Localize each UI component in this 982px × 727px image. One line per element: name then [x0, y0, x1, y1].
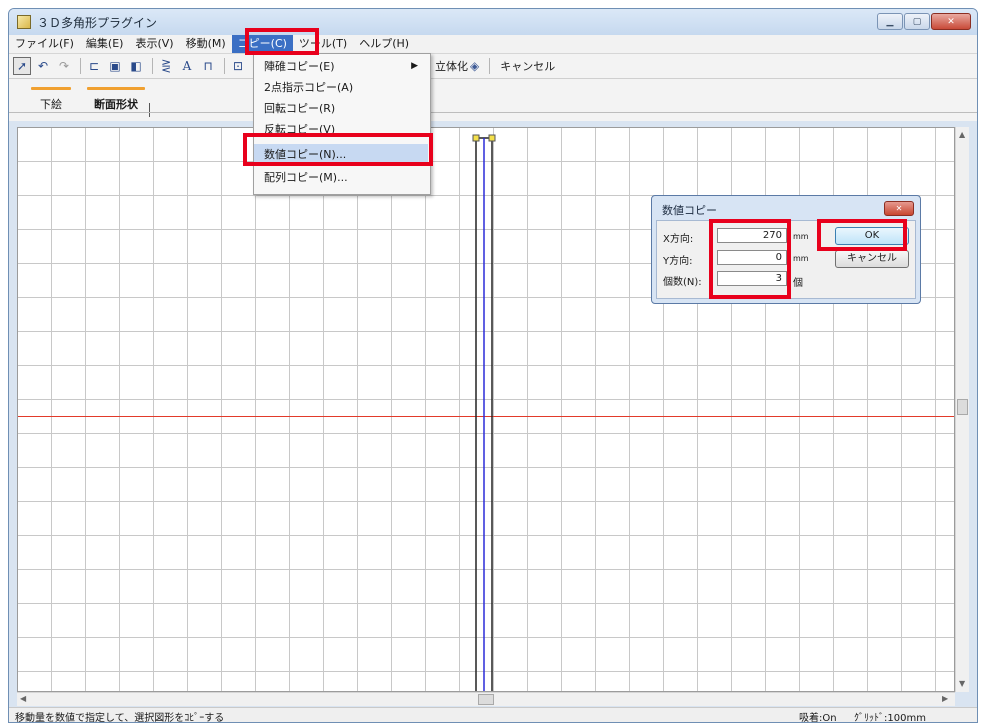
- status-bar: 移動量を数値で指定して、選択図形をｺﾋﾟｰする 吸着:On ｸﾞﾘｯﾄﾞ:100…: [9, 707, 977, 723]
- x-unit-label: mm: [793, 232, 809, 241]
- scroll-down-icon[interactable]: ▼: [959, 679, 965, 688]
- highlight-copy-menu: [245, 28, 319, 55]
- toolbar-separator: [489, 58, 491, 74]
- text-tool-icon[interactable]: A: [178, 57, 196, 75]
- toolbar-separator: [80, 58, 81, 74]
- tab-divider: [149, 103, 150, 117]
- horizontal-scroll-thumb[interactable]: [478, 694, 494, 705]
- scroll-up-icon[interactable]: ▲: [959, 130, 965, 139]
- submenu-arrow-icon: ▶: [411, 61, 418, 71]
- tab-bar: 下絵 断面形状: [9, 79, 977, 121]
- menu-edit[interactable]: 編集(E): [80, 35, 130, 53]
- redo-icon[interactable]: ↷: [55, 57, 73, 75]
- polygon-tool-icon[interactable]: ⊏: [85, 57, 103, 75]
- maximize-icon[interactable]: ▢: [904, 13, 930, 30]
- solidify-button[interactable]: 立体化 ◈: [435, 58, 479, 74]
- title-bar: ３Ｄ多角形プラグイン ▁ ▢ ✕: [9, 9, 977, 35]
- scroll-left-icon[interactable]: ◀: [20, 694, 26, 703]
- menu-help[interactable]: ヘルプ(H): [353, 35, 415, 53]
- select-arrow-icon[interactable]: ➚: [13, 57, 31, 75]
- fit-view-icon[interactable]: ⊡: [229, 57, 247, 75]
- dialog-close-icon[interactable]: ✕: [884, 201, 914, 216]
- toolbar-cancel-button[interactable]: キャンセル: [500, 58, 555, 74]
- menu-file[interactable]: ファイル(F): [9, 35, 80, 53]
- menu-bar: ファイル(F) 編集(E) 表示(V) 移動(M) コピー(C) ツール(T) …: [9, 35, 977, 54]
- copy-menu-dropdown: 陣碓コピー(E) ▶ 2点指示コピー(A) 回転コピー(R) 反転コピー(V) …: [253, 53, 431, 195]
- toolbar-separator: [152, 58, 153, 74]
- highlight-numeric-copy: [243, 133, 433, 166]
- shape-handle[interactable]: [472, 134, 480, 142]
- dimension-tool-icon[interactable]: ⊓: [199, 57, 217, 75]
- minimize-icon[interactable]: ▁: [877, 13, 903, 30]
- toolbar: ➚ ↶ ↷ ⊏ ▣ ◧ ⋛ A ⊓ ⊡ 立体化 ◈ キャンセル: [9, 54, 977, 79]
- tab-cross-section[interactable]: 断面形状: [87, 87, 145, 112]
- tab-accent: [87, 87, 145, 90]
- menu-item-label: 陣碓コピー(E): [264, 60, 335, 73]
- y-unit-label: mm: [793, 254, 809, 263]
- tab-label: 下絵: [40, 98, 62, 111]
- solidify-label: 立体化: [435, 60, 468, 73]
- line-tool-icon[interactable]: ⋛: [157, 57, 175, 75]
- tab-accent: [31, 87, 71, 90]
- window-controls: ▁ ▢ ✕: [876, 13, 971, 31]
- count-label: 個数(N):: [663, 277, 702, 288]
- vertical-scroll-thumb[interactable]: [957, 399, 968, 415]
- undo-icon[interactable]: ↶: [34, 57, 52, 75]
- layer-tool-icon[interactable]: ◧: [127, 57, 145, 75]
- highlight-dialog-inputs: [709, 219, 791, 299]
- menu-item-two-point-copy[interactable]: 2点指示コピー(A): [254, 77, 428, 98]
- menu-view[interactable]: 表示(V): [129, 35, 179, 53]
- toolbar-separator: [224, 58, 225, 74]
- x-direction-label: X方向:: [663, 234, 694, 245]
- status-grid: ｸﾞﾘｯﾄﾞ:100mm: [854, 713, 926, 723]
- app-window: ３Ｄ多角形プラグイン ▁ ▢ ✕ ファイル(F) 編集(E) 表示(V) 移動(…: [8, 8, 978, 723]
- vertical-scrollbar[interactable]: ▲ ▼: [955, 127, 969, 692]
- dialog-title: 数値コピー: [662, 204, 717, 217]
- menu-item-rotate-copy[interactable]: 回転コピー(R): [254, 98, 428, 119]
- status-snap: 吸着:On: [799, 713, 837, 723]
- close-icon[interactable]: ✕: [931, 13, 971, 30]
- tab-label: 断面形状: [94, 98, 138, 111]
- scroll-right-icon[interactable]: ▶: [942, 694, 948, 703]
- tab-underline: [9, 112, 977, 113]
- menu-move[interactable]: 移動(M): [180, 35, 232, 53]
- count-unit-label: 個: [793, 278, 803, 289]
- app-icon: [17, 15, 31, 29]
- status-message: 移動量を数値で指定して、選択図形をｺﾋﾟｰする: [15, 713, 225, 723]
- cube-icon: ◈: [470, 59, 480, 73]
- shape-handle[interactable]: [488, 134, 496, 142]
- highlight-ok-button: [817, 219, 907, 251]
- tab-underlay[interactable]: 下絵: [31, 87, 71, 112]
- menu-item-array-copy[interactable]: 配列コピー(M)...: [254, 167, 428, 188]
- rectangle-tool-icon[interactable]: ▣: [106, 57, 124, 75]
- dialog-cancel-button[interactable]: キャンセル: [835, 250, 909, 268]
- window-title: ３Ｄ多角形プラグイン: [37, 16, 158, 30]
- menu-item-edge-copy[interactable]: 陣碓コピー(E) ▶: [254, 56, 428, 77]
- horizontal-scrollbar[interactable]: ◀ ▶: [17, 692, 955, 706]
- y-direction-label: Y方向:: [663, 256, 693, 267]
